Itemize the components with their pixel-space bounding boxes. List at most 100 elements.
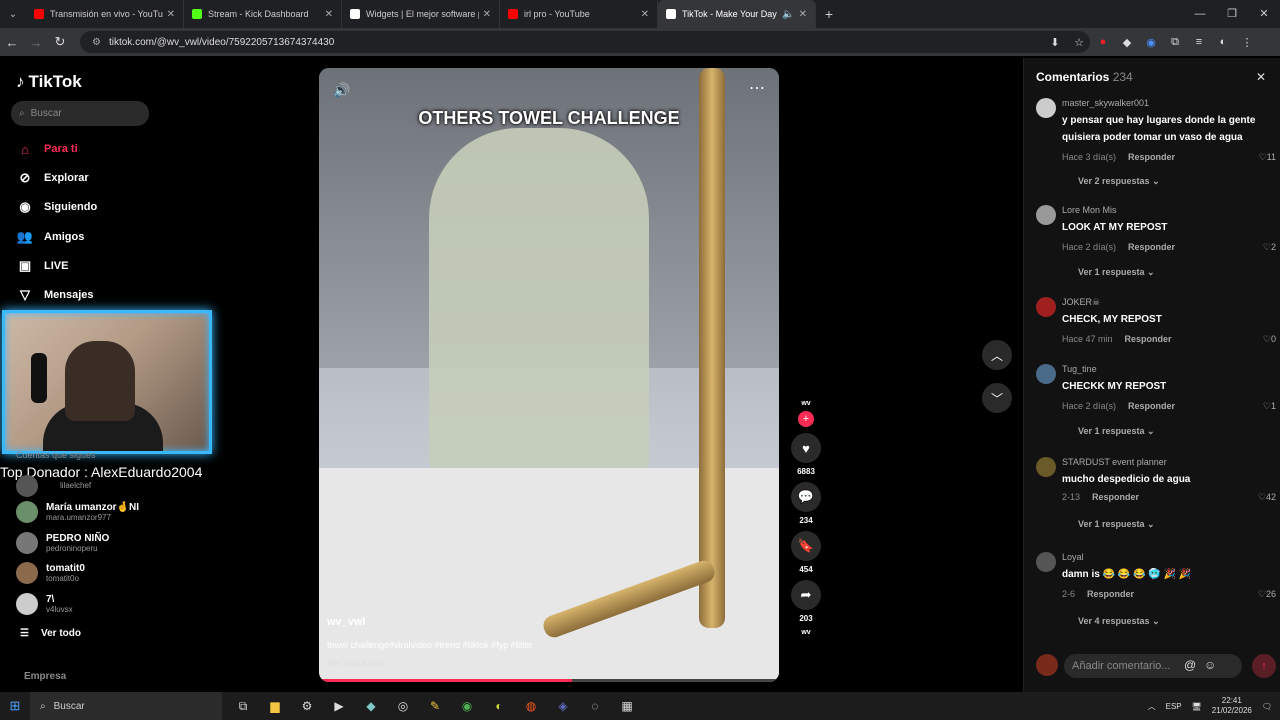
company-link[interactable]: Empresa [24, 671, 66, 682]
install-icon[interactable]: ⬇ [1046, 32, 1064, 52]
minimize-icon[interactable]: — [1184, 0, 1216, 28]
volume-icon[interactable]: 🔊 [333, 82, 350, 99]
new-tab-button[interactable]: + [816, 6, 842, 22]
search-input[interactable]: ⌕ Buscar [11, 101, 149, 126]
close-tab-icon[interactable]: ✕ [483, 9, 491, 20]
calculator-icon[interactable]: ▦ [616, 695, 638, 717]
more-options-icon[interactable]: ⋯ [749, 78, 765, 98]
reply-button[interactable]: Responder [1128, 401, 1175, 411]
tray-overflow-icon[interactable]: ︿ [1148, 701, 1156, 712]
app-icon[interactable]: ◈ [552, 695, 574, 717]
comment-button[interactable]: 💬 234 [786, 482, 826, 525]
url-field[interactable]: ⚙ tiktok.com/@wv_vwl/video/7592205713674… [80, 31, 1090, 53]
extension-red-icon[interactable]: ● [1094, 32, 1112, 52]
site-info-icon[interactable]: ⚙ [92, 37, 101, 48]
account-item[interactable]: lilaelchef [16, 474, 91, 498]
view-replies-button[interactable]: Ver 1 respuesta ⌄ [1078, 519, 1155, 530]
app-icon[interactable]: ✎ [424, 695, 446, 717]
author-avatar-button[interactable]: wv + [786, 400, 826, 427]
task-view-icon[interactable]: ⧉ [232, 695, 254, 717]
close-window-icon[interactable]: ✕ [1248, 0, 1280, 28]
comment-like-button[interactable]: ♡2 [1263, 242, 1276, 253]
reply-button[interactable]: Responder [1128, 242, 1175, 252]
view-replies-button[interactable]: Ver 2 respuestas ⌄ [1078, 176, 1160, 187]
nav-explorar[interactable]: ⊘ Explorar [16, 168, 89, 188]
media-control-icon[interactable]: ≡ [1190, 32, 1208, 52]
reply-button[interactable]: Responder [1087, 589, 1134, 599]
see-all-link[interactable]: ☰ Ver todo [20, 628, 81, 639]
comment-user[interactable]: Loyal [1062, 552, 1084, 562]
network-icon[interactable]: 🖥 [1192, 702, 1202, 711]
app-icon[interactable]: ◍ [520, 695, 542, 717]
comment-user[interactable]: Tug_tine [1062, 364, 1097, 374]
avatar[interactable] [1036, 552, 1056, 572]
settings-icon[interactable]: ⚙ [296, 695, 318, 717]
mention-icon[interactable]: @ [1184, 658, 1196, 672]
close-comments-icon[interactable]: ✕ [1256, 70, 1266, 84]
notifications-icon[interactable]: 🗨 [1262, 702, 1272, 711]
close-tab-icon[interactable]: ✕ [641, 9, 649, 20]
comment-like-button[interactable]: ♡11 [1259, 152, 1276, 163]
close-tab-icon[interactable]: ✕ [325, 9, 333, 20]
mute-tab-icon[interactable]: 🔈 [782, 9, 794, 20]
close-tab-icon[interactable]: ✕ [799, 9, 807, 20]
see-translation-link[interactable]: Ver traducción [327, 658, 385, 668]
browser-menu-icon[interactable]: ⋮ [1238, 32, 1256, 52]
notes-app-icon[interactable]: ◆ [360, 695, 382, 717]
close-tab-icon[interactable]: ✕ [167, 9, 175, 20]
view-replies-button[interactable]: Ver 1 respuesta ⌄ [1078, 267, 1155, 278]
windows-start-icon[interactable]: ⊞ [0, 698, 30, 714]
extension-diamond-icon[interactable]: ◆ [1118, 32, 1136, 52]
emoji-icon[interactable]: ☺ [1204, 658, 1216, 672]
comment-like-button[interactable]: ♡26 [1258, 589, 1276, 600]
nav-siguiendo[interactable]: ◉ Siguiendo [16, 197, 97, 217]
follow-plus-icon[interactable]: + [798, 411, 814, 427]
view-replies-button[interactable]: Ver 1 respuesta ⌄ [1078, 426, 1155, 437]
account-item[interactable]: tomatit0 tomatit0o [16, 561, 85, 585]
next-video-button[interactable]: ﹀ [982, 383, 1012, 413]
nav-live[interactable]: ▣ LIVE [16, 256, 69, 276]
clock[interactable]: 22:41 21/02/2026 [1212, 696, 1252, 716]
media-player-icon[interactable]: ▶ [328, 695, 350, 717]
share-button[interactable]: ➦ 203 [786, 580, 826, 623]
tab-search-icon[interactable]: ⌄ [0, 0, 26, 28]
video-progress-bar[interactable] [319, 679, 779, 682]
sound-author-button[interactable]: wv [786, 629, 826, 636]
tab-youtube-live[interactable]: Transmisión en vivo - YouTube ✕ [26, 0, 184, 28]
reload-icon[interactable]: ↻ [48, 34, 72, 50]
reply-button[interactable]: Responder [1092, 492, 1139, 502]
app-icon[interactable]: ◐ [488, 695, 510, 717]
language-indicator[interactable]: ESP [1166, 702, 1182, 711]
extensions-puzzle-icon[interactable]: ⧉ [1166, 32, 1184, 52]
avatar[interactable] [1036, 364, 1056, 384]
tab-tiktok[interactable]: TikTok - Make Your Day 🔈 ✕ [658, 0, 816, 28]
bookmark-star-icon[interactable]: ☆ [1070, 32, 1088, 52]
nav-mensajes[interactable]: ▽ Mensajes [16, 285, 94, 305]
avatar[interactable] [1036, 98, 1056, 118]
send-comment-button[interactable]: ↑ [1252, 654, 1276, 678]
comment-like-button[interactable]: ♡0 [1263, 334, 1276, 345]
avatar[interactable] [1036, 457, 1056, 477]
restore-icon[interactable]: ❐ [1216, 0, 1248, 28]
forward-icon[interactable]: → [24, 35, 48, 50]
tab-kick-dashboard[interactable]: Stream - Kick Dashboard ✕ [184, 0, 342, 28]
reply-button[interactable]: Responder [1128, 152, 1175, 162]
reply-button[interactable]: Responder [1125, 334, 1172, 344]
avatar[interactable] [1036, 297, 1056, 317]
account-item[interactable]: María umanzor🤞NI mara.umanzor977 [16, 500, 139, 524]
file-explorer-icon[interactable]: ▆ [264, 695, 286, 717]
profile-icon[interactable]: ◐ [1214, 32, 1232, 52]
comment-user[interactable]: JOKER☠ [1062, 297, 1100, 308]
back-icon[interactable]: ← [0, 35, 24, 50]
chrome-icon[interactable]: ◉ [456, 695, 478, 717]
like-button[interactable]: ♥ 6883 [786, 433, 826, 476]
app-icon[interactable]: ◌ [584, 695, 606, 717]
comment-user[interactable]: Lore Mon Mis [1062, 205, 1117, 215]
view-replies-button[interactable]: Ver 4 respuestas ⌄ [1078, 616, 1160, 627]
previous-video-button[interactable]: ︿ [982, 340, 1012, 370]
taskbar-search[interactable]: ⌕ Buscar [30, 692, 222, 720]
tiktok-logo[interactable]: ♪ TikTok [16, 72, 82, 92]
comment-like-button[interactable]: ♡42 [1258, 492, 1276, 503]
save-button[interactable]: 🔖 454 [786, 531, 826, 574]
video-player[interactable]: 🔊 ⋯ OTHERS TOWEL CHALLENGE wv_vwl towel … [319, 68, 779, 682]
